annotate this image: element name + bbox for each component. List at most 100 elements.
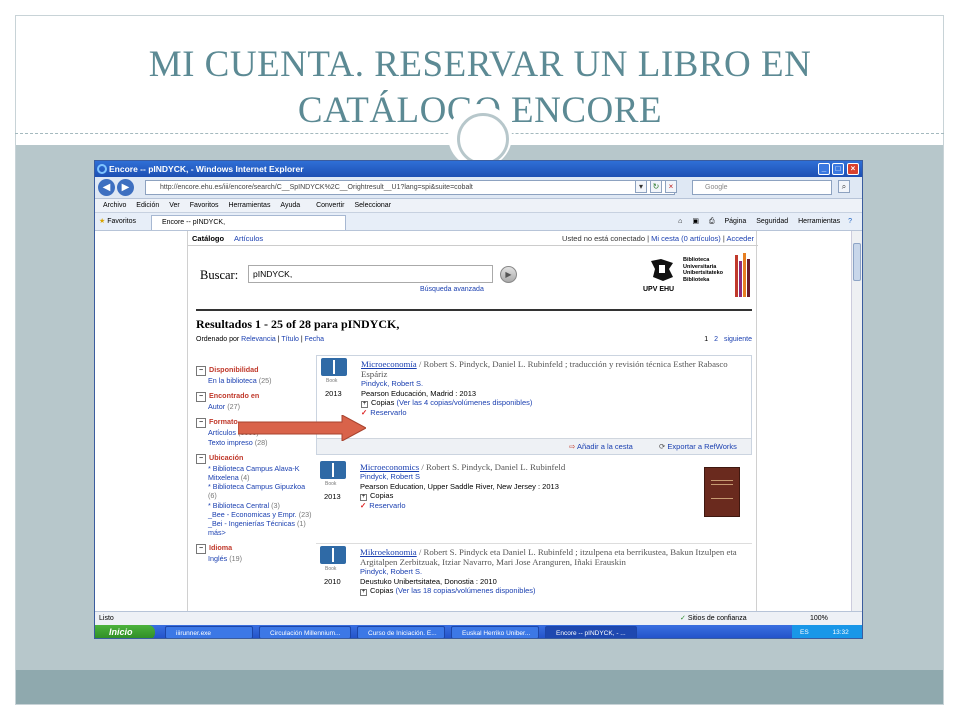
catalog-search-input[interactable]: pINDYCK, [248, 265, 493, 283]
search-icon[interactable]: ⌕ [838, 180, 850, 193]
favorites-button[interactable]: Favoritos [107, 218, 136, 225]
convertir-button[interactable]: Convertir [316, 202, 344, 209]
page-menu[interactable]: Página [725, 218, 747, 225]
tab-catalogo[interactable]: Catálogo [192, 234, 224, 243]
search-label: Buscar: [200, 268, 239, 282]
taskbar-item[interactable]: Euskal Herriko Uniber... [451, 626, 539, 638]
logo-line-4: Biblioteka [683, 276, 710, 283]
result-item: Book 2013 Microeconomía / Robert S. Pind… [316, 355, 752, 455]
sort-relevance[interactable]: Relevancia [241, 336, 276, 343]
menu-archivo[interactable]: Archivo [103, 202, 126, 209]
language-indicator[interactable]: ES [800, 629, 809, 636]
reserve-link[interactable]: Reservarlo [370, 408, 406, 417]
search-go-button[interactable]: ▶ [500, 266, 517, 283]
facet-item[interactable]: * Biblioteca Central (3) [196, 501, 314, 510]
add-to-basket-button[interactable]: ⇨ Añadir a la cesta [569, 439, 633, 455]
browser-tab[interactable]: Encore -- pINDYCK, [151, 215, 346, 230]
minimize-button[interactable]: _ [818, 163, 830, 175]
close-button[interactable]: × [847, 163, 859, 175]
result-title-line: Microeconomics / Robert S. Pindyck, Dani… [360, 462, 745, 472]
result-author[interactable]: Pindyck, Robert S. [361, 379, 746, 389]
maximize-button[interactable]: □ [832, 163, 844, 175]
facet-encontrado-en[interactable]: Encontrado en [196, 391, 314, 402]
facet-ubicacion[interactable]: Ubicación [196, 453, 314, 464]
refresh-icon[interactable]: ↻ [650, 180, 662, 193]
facet-idioma[interactable]: Idioma [196, 543, 314, 554]
facet-item[interactable]: * Biblioteca Campus Alava-K Mitxelena (4… [196, 464, 314, 482]
stop-icon[interactable]: × [665, 180, 677, 193]
facet-disponibilidad[interactable]: Disponibilidad [196, 365, 314, 376]
feeds-icon[interactable]: ▣ [692, 218, 699, 225]
result-author[interactable]: Pindyck, Robert S. [360, 567, 745, 577]
help-icon[interactable]: ? [848, 218, 852, 225]
zoom-level[interactable]: 100% [810, 612, 828, 625]
web-search-input[interactable]: Google [692, 180, 832, 195]
taskbar-item[interactable]: Curso de Iniciación. E... [357, 626, 445, 638]
menu-herramientas[interactable]: Herramientas [228, 202, 270, 209]
my-basket-link[interactable]: Mi cesta (0 artículos) [651, 234, 721, 243]
menu-bar: Archivo Edición Ver Favoritos Herramient… [95, 199, 862, 213]
forward-button[interactable]: ▶ [117, 179, 134, 196]
home-icon[interactable]: ⌂ [678, 218, 682, 225]
export-icon: ⟳ [659, 442, 666, 451]
arrow-annotation-icon [238, 415, 366, 441]
encore-top-nav: Catálogo Artículos Usted no está conecta… [188, 234, 758, 246]
taskbar-item[interactable]: iiirunner.exe [165, 626, 253, 638]
expand-icon[interactable]: + [361, 401, 368, 408]
result-title-link[interactable]: Microeconomía [361, 359, 417, 369]
facet-more-link[interactable]: más> [196, 528, 314, 537]
book-icon [320, 461, 346, 479]
copies-row[interactable]: + Copias (Ver las 4 copias/volúmenes disp… [361, 398, 746, 408]
scrollbar-thumb[interactable] [853, 243, 861, 281]
advanced-search-link[interactable]: Búsqueda avanzada [420, 286, 484, 293]
tools-menu[interactable]: Herramientas [798, 218, 840, 225]
star-icon: ★ [99, 218, 106, 225]
expand-icon[interactable]: + [360, 589, 367, 596]
copies-link[interactable]: (Ver las 4 copias/volúmenes disponibles) [396, 398, 532, 407]
facet-item[interactable]: _Bei - Ingenierías Técnicas (1) [196, 519, 314, 528]
book-cover-image[interactable] [704, 467, 740, 517]
sort-date[interactable]: Fecha [305, 336, 324, 343]
tab-articulos[interactable]: Artículos [234, 234, 263, 243]
reserve-row[interactable]: ✓ Reservarlo [360, 501, 745, 511]
copies-link[interactable]: (Ver las 18 copias/volúmenes disponibles… [395, 586, 535, 595]
expand-icon[interactable]: + [360, 494, 367, 501]
result-title-link[interactable]: Microeconomics [360, 462, 419, 472]
page-current: 1 [704, 336, 709, 343]
menu-ver[interactable]: Ver [169, 202, 180, 209]
page-2-link[interactable]: 2 [714, 336, 718, 343]
next-page-link[interactable]: siguiente [724, 336, 752, 343]
copies-row[interactable]: + Copias (Ver las 18 copias/volúmenes dis… [360, 586, 745, 596]
menu-edicion[interactable]: Edición [136, 202, 159, 209]
reserve-row[interactable]: ✓ Reservarlo [361, 408, 746, 418]
copies-row[interactable]: + Copias [360, 491, 745, 501]
browser-window: Encore -- pINDYCK, - Windows Internet Ex… [94, 160, 863, 639]
export-refworks-button[interactable]: ⟳ Exportar a RefWorks [659, 439, 737, 455]
facet-item[interactable]: _Bee - Economicas y Empr. (23) [196, 510, 314, 519]
result-author[interactable]: Pindyck, Robert S [360, 472, 745, 482]
result-title-link[interactable]: Mikroekonomia [360, 547, 417, 557]
menu-ayuda[interactable]: Ayuda [280, 202, 300, 209]
facet-item[interactable]: * Biblioteca Campus Gipuzkoa (6) [196, 482, 314, 500]
print-icon[interactable]: ⎙ [709, 218, 715, 225]
taskbar-item[interactable]: Circulación Millennium... [259, 626, 351, 638]
menu-favoritos[interactable]: Favoritos [190, 202, 219, 209]
result-actions-bar: ⇨ Añadir a la cesta ⟳ Exportar a RefWork… [317, 438, 751, 454]
dropdown-icon[interactable]: ▾ [635, 180, 647, 193]
facet-item[interactable]: En la biblioteca (25) [196, 376, 314, 385]
copies-label: Copias [370, 491, 394, 500]
sort-title[interactable]: Título [281, 336, 299, 343]
login-link[interactable]: Acceder [726, 234, 754, 243]
back-button[interactable]: ◀ [98, 179, 115, 196]
taskbar-item-active[interactable]: Encore -- pINDYCK, - ... [545, 626, 637, 638]
reserve-link[interactable]: Reservarlo [369, 501, 405, 510]
start-button[interactable]: Inicio [95, 625, 155, 638]
windows-taskbar: Inicio iiirunner.exe Circulación Millenn… [95, 625, 862, 638]
result-title-line: Microeconomía / Robert S. Pindyck, Danie… [361, 359, 746, 379]
vertical-scrollbar[interactable] [851, 231, 862, 611]
facet-item[interactable]: Inglés (19) [196, 554, 314, 563]
security-menu[interactable]: Seguridad [756, 218, 788, 225]
url-input[interactable]: http://encore.ehu.es/iii/encore/search/C… [145, 180, 675, 195]
seleccionar-button[interactable]: Seleccionar [354, 202, 391, 209]
facet-item[interactable]: Autor (27) [196, 402, 314, 411]
